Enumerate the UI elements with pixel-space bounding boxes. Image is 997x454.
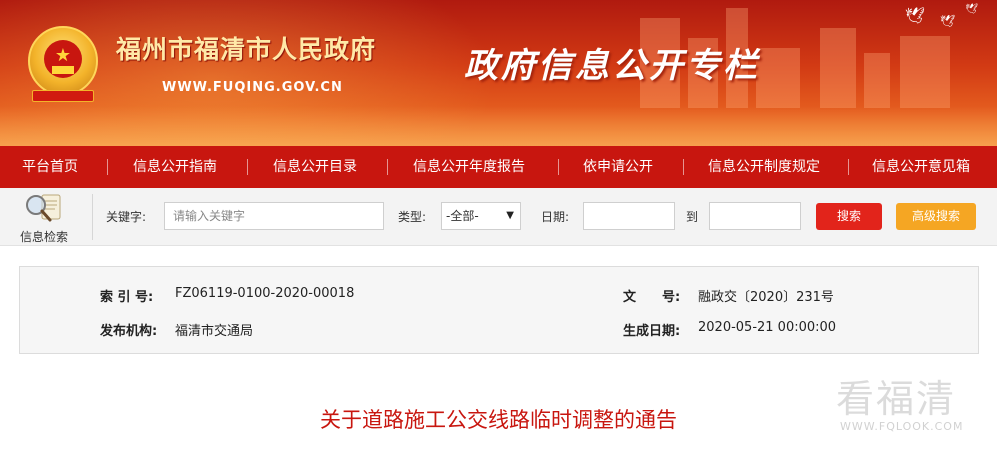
search-bar: 信息检索 关键字: 类型: -全部- ▼ 日期: 到 搜索 高级搜索 <box>0 188 997 246</box>
national-emblem-icon: ★ <box>28 26 98 96</box>
created-date-label: 生成日期: <box>623 324 681 339</box>
search-button[interactable]: 搜索 <box>816 203 882 230</box>
advanced-search-button[interactable]: 高级搜索 <box>896 203 976 230</box>
page: ★ 福州市福清市人民政府 WWW.FUQING.GOV.CN 政府信息公开专栏 … <box>0 0 997 454</box>
dove-icon: 🕊 <box>940 14 956 28</box>
keyword-input[interactable] <box>164 202 384 230</box>
date-to-input[interactable] <box>709 202 801 230</box>
nav-item-catalog[interactable]: 信息公开目录 <box>273 146 357 188</box>
document-info-panel: 索 引 号: FZ06119-0100-2020-00018 文 号: 融政交〔… <box>19 266 979 354</box>
banner-slogan: 政府信息公开专栏 <box>464 46 760 86</box>
doc-no-value: 融政交〔2020〕231号 <box>698 290 834 305</box>
date-label: 日期: <box>541 210 570 224</box>
magnifier-document-icon <box>26 194 61 222</box>
date-from-input[interactable] <box>583 202 675 230</box>
nav-item-application[interactable]: 依申请公开 <box>583 146 653 188</box>
nav-item-annual-report[interactable]: 信息公开年度报告 <box>413 146 525 188</box>
info-search-entry[interactable]: 信息检索 <box>10 192 78 244</box>
site-banner: ★ 福州市福清市人民政府 WWW.FUQING.GOV.CN 政府信息公开专栏 … <box>0 0 997 146</box>
main-nav: 平台首页 信息公开指南 信息公开目录 信息公开年度报告 依申请公开 信息公开制度… <box>0 146 997 188</box>
watermark-url: WWW.FQLOOK.COM <box>840 420 964 433</box>
site-title: 福州市福清市人民政府 <box>116 35 377 64</box>
site-url: WWW.FUQING.GOV.CN <box>162 80 343 95</box>
emblem-ribbon <box>32 90 94 102</box>
publisher-value: 福清市交通局 <box>175 324 254 339</box>
type-label: 类型: <box>398 210 427 224</box>
date-to-label: 到 <box>686 210 699 224</box>
index-no-label: 索 引 号: <box>100 290 154 305</box>
type-select[interactable]: -全部- ▼ <box>441 202 521 230</box>
dove-icon: 🕊 <box>965 4 978 15</box>
dove-icon: 🕊 <box>905 6 926 25</box>
doc-no-label: 文 号: <box>623 290 681 305</box>
watermark-logo: 看福清 <box>836 377 957 421</box>
info-search-label: 信息检索 <box>19 230 68 244</box>
nav-item-guide[interactable]: 信息公开指南 <box>133 146 217 188</box>
created-date-value: 2020-05-21 00:00:00 <box>698 320 837 335</box>
dropdown-caret-icon: ▼ <box>506 210 514 221</box>
type-select-value: -全部- <box>446 209 479 223</box>
nav-item-regulations[interactable]: 信息公开制度规定 <box>708 146 820 188</box>
nav-item-home[interactable]: 平台首页 <box>22 146 78 188</box>
index-no-value: FZ06119-0100-2020-00018 <box>175 286 355 301</box>
nav-item-feedback[interactable]: 信息公开意见箱 <box>872 146 970 188</box>
publisher-label: 发布机构: <box>100 324 158 339</box>
keyword-label: 关键字: <box>106 210 147 224</box>
